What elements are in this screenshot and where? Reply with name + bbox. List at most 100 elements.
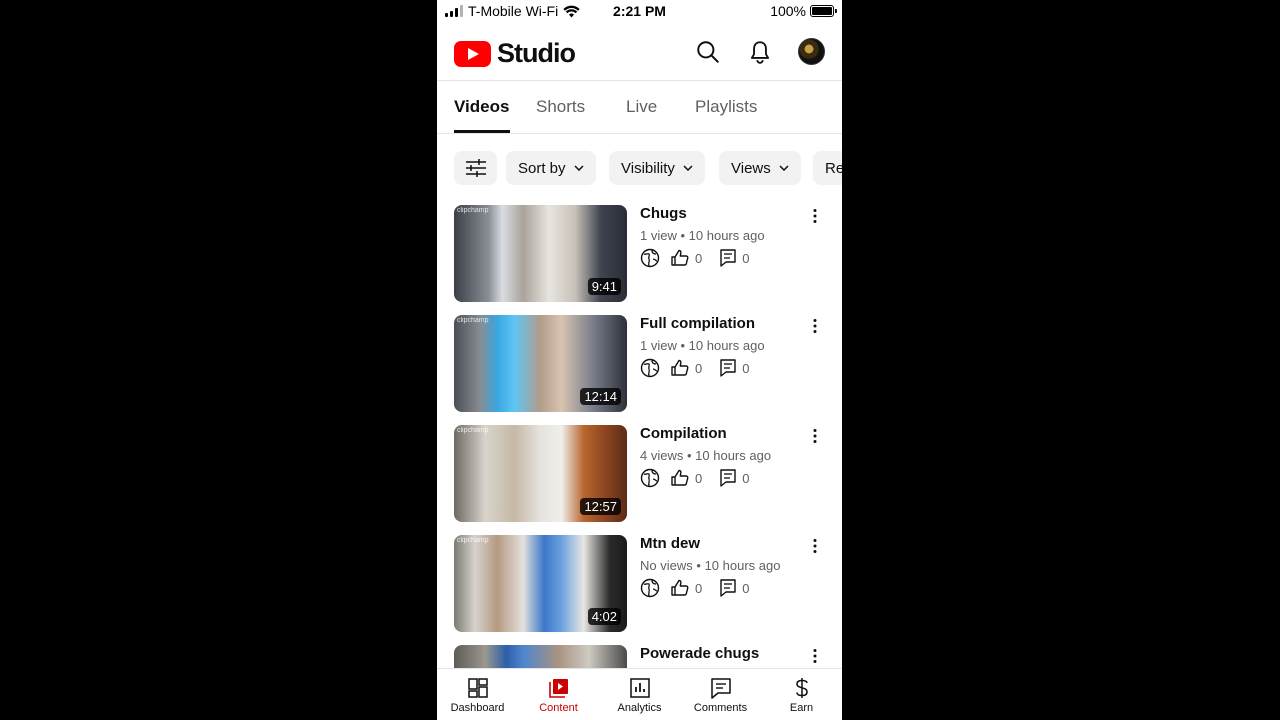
video-title[interactable]: Mtn dew (640, 535, 700, 552)
nav-dashboard[interactable]: Dashboard (437, 677, 518, 714)
video-row[interactable]: clipchamp 12:14 Full compilation 1 view … (437, 315, 842, 415)
bottom-navigation: Dashboard Content Analytics Comments Ear… (437, 668, 842, 720)
chip-label: Re (825, 159, 842, 177)
video-meta: 1 view • 10 hours ago (640, 228, 765, 243)
video-row[interactable]: clipchamp 12:57 Compilation 4 views • 10… (437, 425, 842, 525)
views-chip[interactable]: Views (719, 151, 801, 185)
video-title[interactable]: Chugs (640, 205, 687, 222)
thumbnail-watermark: clipchamp (457, 207, 489, 214)
chevron-down-icon (779, 165, 789, 171)
nav-label: Comments (693, 702, 748, 714)
visibility-chip[interactable]: Visibility (609, 151, 705, 185)
phone-screen: T-Mobile Wi-Fi 2:21 PM 100% Studio Video… (437, 0, 842, 720)
sort-by-chip[interactable]: Sort by (506, 151, 596, 185)
chip-label: Views (731, 159, 771, 177)
video-row[interactable]: clipchamp 4:02 Mtn dew No views • 10 hou… (437, 535, 842, 635)
meta-separator: • (686, 448, 692, 463)
upload-age: 10 hours ago (704, 558, 781, 573)
view-count: 4 views (640, 448, 684, 463)
like-count: 0 (695, 580, 703, 596)
nav-label: Earn (789, 702, 814, 714)
like-count: 0 (695, 360, 703, 376)
thumbnail-watermark: clipchamp (457, 427, 489, 434)
more-options-icon[interactable] (807, 208, 823, 224)
more-filter-chip[interactable]: Re (813, 151, 842, 185)
comments-icon (710, 678, 731, 699)
filter-button[interactable] (454, 151, 497, 185)
avatar[interactable] (798, 38, 825, 65)
dollar-icon (795, 678, 808, 698)
upload-age: 10 hours ago (688, 228, 765, 243)
nav-label: Dashboard (450, 702, 505, 714)
nav-label: Analytics (617, 702, 662, 714)
comment-icon (720, 469, 736, 487)
more-options-icon[interactable] (807, 318, 823, 334)
thumbnail-watermark: clipchamp (457, 317, 489, 324)
comment-icon (720, 249, 736, 267)
battery-icon (810, 5, 837, 17)
status-bar: T-Mobile Wi-Fi 2:21 PM 100% (437, 0, 842, 24)
thumbs-up-icon (671, 359, 689, 376)
app-header: Studio (437, 24, 842, 81)
thumbnail-watermark: clipchamp (457, 537, 489, 544)
nav-content[interactable]: Content (518, 677, 599, 714)
meta-separator: • (680, 338, 686, 353)
chip-label: Visibility (621, 159, 675, 177)
tab-shorts[interactable]: Shorts (536, 97, 585, 117)
meta-separator: • (696, 558, 701, 573)
content-tabs: Videos Shorts Live Playlists (437, 82, 842, 134)
comment-count: 0 (742, 580, 750, 596)
video-stats: 0 0 (640, 468, 767, 488)
video-stats: 0 0 (640, 358, 767, 378)
more-options-icon[interactable] (807, 538, 823, 554)
video-meta: 1 view • 10 hours ago (640, 338, 765, 353)
duration-badge: 12:14 (580, 388, 621, 405)
nav-analytics[interactable]: Analytics (599, 677, 680, 714)
comment-icon (720, 359, 736, 377)
like-count: 0 (695, 250, 703, 266)
video-title[interactable]: Powerade chugs (640, 645, 759, 662)
video-title[interactable]: Full compilation (640, 315, 755, 332)
video-thumbnail[interactable]: clipchamp 12:14 (454, 315, 627, 412)
comment-count: 0 (742, 360, 750, 376)
meta-separator: • (680, 228, 686, 243)
view-count: 1 view (640, 338, 677, 353)
like-count: 0 (695, 470, 703, 486)
globe-icon (640, 578, 660, 598)
tab-live[interactable]: Live (626, 97, 657, 117)
comment-count: 0 (742, 470, 750, 486)
search-icon[interactable] (695, 39, 721, 65)
nav-comments[interactable]: Comments (680, 677, 761, 714)
tab-playlists[interactable]: Playlists (695, 97, 757, 117)
content-icon (548, 679, 568, 698)
analytics-icon (629, 678, 650, 698)
thumbs-up-icon (671, 469, 689, 486)
nav-earn[interactable]: Earn (761, 677, 842, 714)
video-title[interactable]: Compilation (640, 425, 727, 442)
video-thumbnail[interactable]: clipchamp 9:41 (454, 205, 627, 302)
battery-percent: 100% (770, 3, 806, 19)
more-options-icon[interactable] (807, 428, 823, 444)
video-thumbnail[interactable]: clipchamp 4:02 (454, 535, 627, 632)
upload-age: 10 hours ago (695, 448, 772, 463)
studio-logo[interactable]: Studio (454, 38, 576, 69)
video-row[interactable]: clipchamp 9:41 Chugs 1 view • 10 hours a… (437, 205, 842, 305)
chip-label: Sort by (518, 159, 566, 177)
tab-videos[interactable]: Videos (454, 97, 509, 117)
duration-badge: 4:02 (587, 608, 621, 625)
upload-age: 10 hours ago (688, 338, 765, 353)
chevron-down-icon (683, 165, 693, 171)
status-right: 100% (770, 3, 837, 19)
logo-text: Studio (497, 38, 576, 68)
thumbs-up-icon (671, 579, 689, 596)
bell-icon[interactable] (747, 39, 773, 65)
filter-chips: Sort by Visibility Views Re (437, 151, 842, 185)
nav-label: Content (539, 702, 578, 714)
more-options-icon[interactable] (807, 648, 823, 664)
comment-count: 0 (742, 250, 750, 266)
view-count: No views (640, 558, 693, 573)
globe-icon (640, 358, 660, 378)
video-thumbnail[interactable]: clipchamp 12:57 (454, 425, 627, 522)
sliders-icon (465, 159, 486, 177)
chevron-down-icon (574, 165, 584, 171)
